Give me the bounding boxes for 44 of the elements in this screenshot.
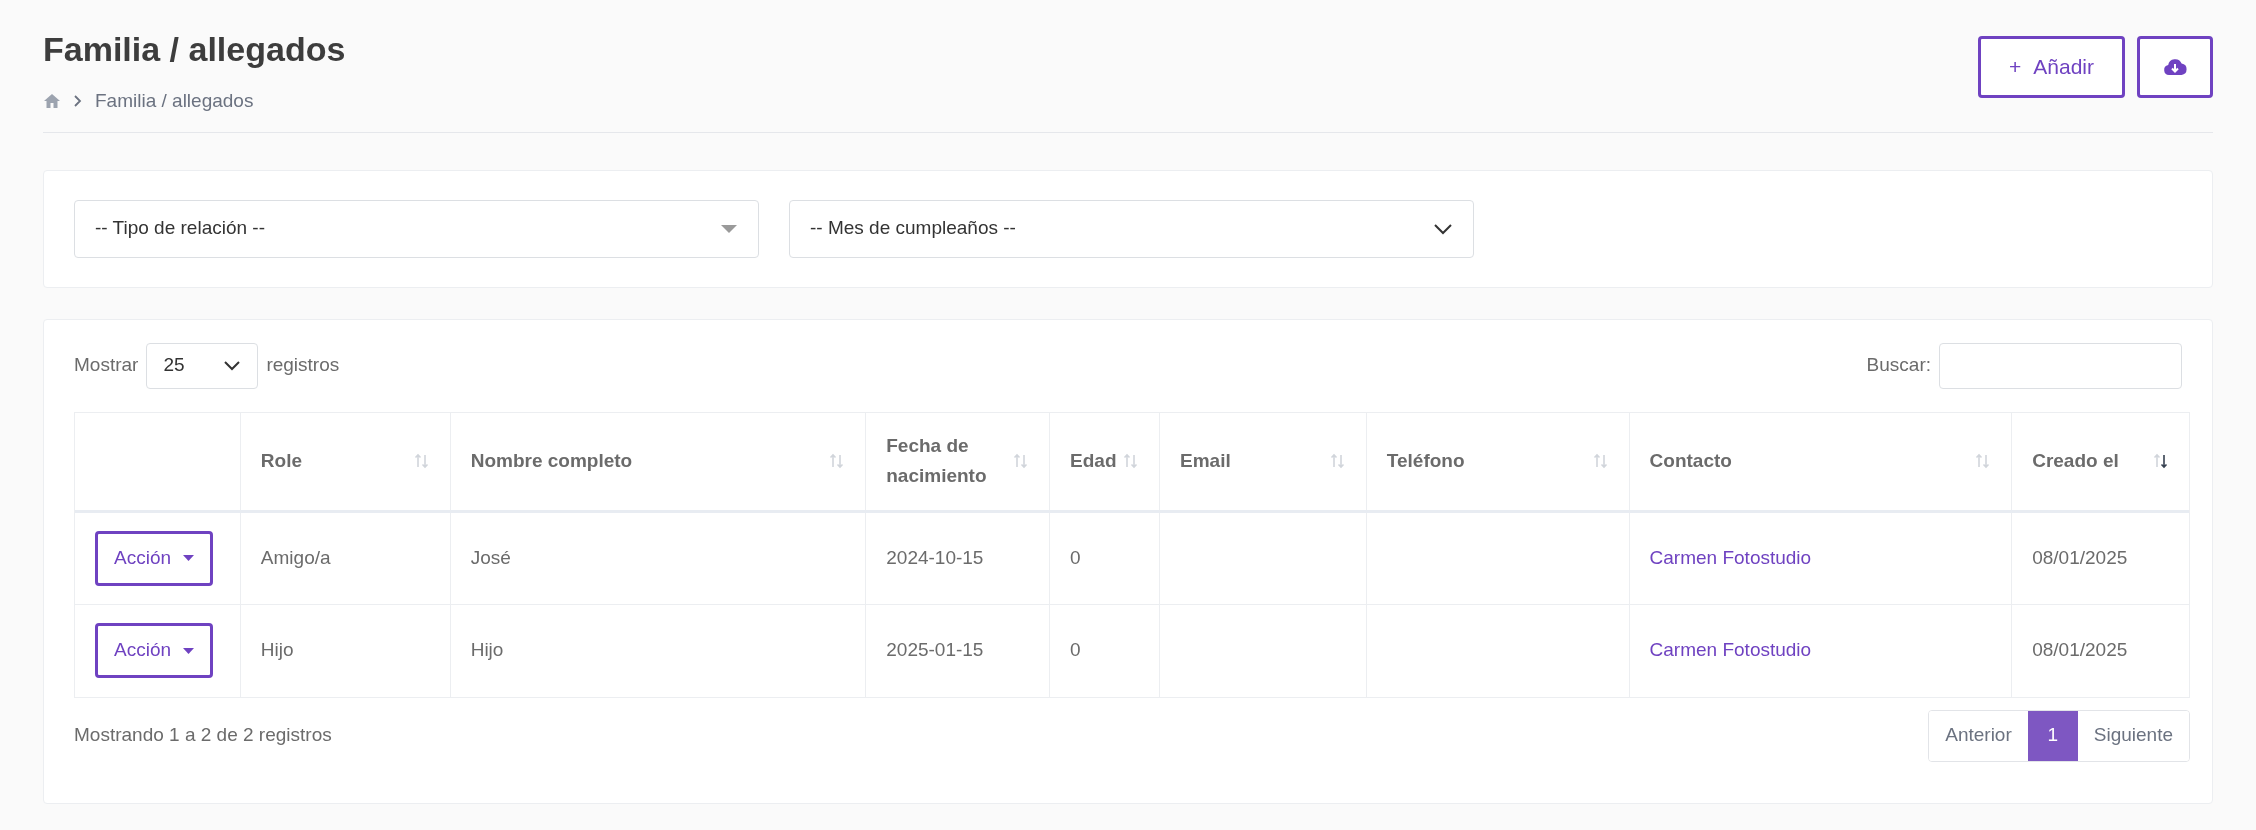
pagination-button[interactable]: 1 bbox=[2027, 710, 2078, 761]
search-field[interactable] bbox=[1939, 342, 2182, 389]
caret-down-icon bbox=[720, 223, 738, 234]
page-size-select[interactable]: 25 bbox=[146, 342, 259, 389]
column-header[interactable]: Creado el bbox=[2012, 412, 2190, 510]
table-info: Mostrando 1 a 2 de 2 registros bbox=[74, 723, 332, 748]
caret-down-icon bbox=[183, 555, 195, 561]
breadcrumb-item: Familia / allegados bbox=[95, 89, 254, 113]
show-label: Mostrar bbox=[74, 353, 139, 378]
table-cell: Amigo/a bbox=[240, 512, 451, 604]
column-header[interactable]: Fecha de nacimiento bbox=[866, 412, 1051, 510]
records-label: registros bbox=[266, 353, 340, 378]
table-cell: 2024-10-15 bbox=[866, 512, 1051, 604]
search-label: Buscar: bbox=[1866, 353, 1931, 378]
action-dropdown-button[interactable]: Acción bbox=[95, 623, 214, 678]
column-header[interactable]: Role bbox=[240, 412, 451, 510]
caret-down-icon bbox=[183, 647, 195, 654]
add-button[interactable]: + Añadir bbox=[1978, 36, 2125, 98]
action-dropdown-button[interactable]: Acción bbox=[95, 530, 214, 586]
download-button[interactable] bbox=[2137, 36, 2213, 98]
contact-link[interactable]: Carmen Fotostudio bbox=[1649, 636, 1812, 665]
contact-link[interactable]: Carmen Fotostudio bbox=[1649, 543, 1812, 573]
table-cell: Hijo bbox=[450, 604, 867, 697]
chevron-down-icon bbox=[1433, 222, 1453, 235]
table-cell: 0 bbox=[1050, 604, 1160, 697]
table-cell: Hijo bbox=[240, 604, 451, 697]
column-header[interactable]: Email bbox=[1160, 412, 1367, 510]
page-title: Familia / allegados bbox=[43, 29, 346, 70]
table-cell-text: 08/01/2025 bbox=[2031, 638, 2129, 663]
cloud-download-icon bbox=[2163, 58, 2187, 76]
chevron-right-icon bbox=[73, 94, 83, 109]
table-cell: 0 bbox=[1050, 512, 1160, 604]
column-header[interactable]: Teléfono bbox=[1366, 412, 1630, 510]
column-header[interactable]: Nombre completo bbox=[450, 412, 867, 510]
filter-select[interactable]: -- Mes de cumpleaños -- bbox=[789, 199, 1474, 258]
column-header[interactable]: Contacto bbox=[1629, 412, 2013, 510]
filter-select[interactable]: -- Tipo de relación -- bbox=[74, 199, 759, 258]
chevron-down-icon bbox=[223, 360, 242, 371]
table-cell: 2025-01-15 bbox=[866, 604, 1051, 697]
home-icon[interactable] bbox=[43, 93, 61, 110]
table-cell: José bbox=[450, 512, 867, 604]
plus-icon: + bbox=[2009, 51, 2022, 83]
column-header[interactable]: Edad bbox=[1050, 412, 1160, 510]
table-cell-text: 08/01/2025 bbox=[2031, 545, 2129, 570]
